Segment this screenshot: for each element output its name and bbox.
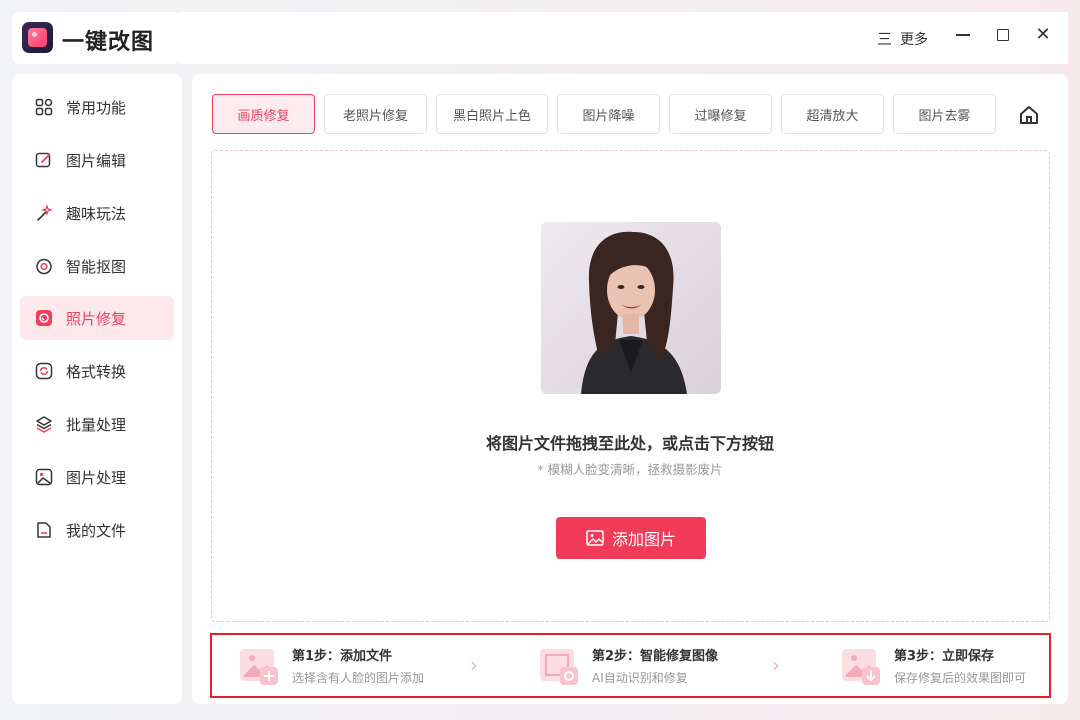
sidebar: 常用功能 图片编辑 趣味玩法 智能抠图 照片修复 格式转换 批量处理 图片处理 … <box>12 74 182 704</box>
sidebar-item-photo-repair[interactable]: 照片修复 <box>20 296 174 340</box>
photo-repair-icon <box>35 309 53 327</box>
sidebar-item-image[interactable]: 图片处理 <box>20 455 174 499</box>
step-2: 第2步：智能修复图像 AI自动识别和修复 <box>538 635 718 696</box>
step-2-desc: AI自动识别和修复 <box>592 671 688 685</box>
maximize-button[interactable] <box>994 26 1012 44</box>
sidebar-item-label: 格式转换 <box>66 362 127 381</box>
steps-guide: 第1步：添加文件 选择含有人脸的图片添加 › 第2步：智能修复图像 AI自动识别… <box>210 633 1051 698</box>
convert-icon <box>35 362 53 380</box>
sidebar-item-common[interactable]: 常用功能 <box>20 85 174 129</box>
sidebar-item-label: 图片编辑 <box>66 151 127 170</box>
save-icon <box>840 645 888 687</box>
drop-zone-title: 将图片文件拖拽至此处，或点击下方按钮 <box>485 434 774 453</box>
sidebar-item-cutout[interactable]: 智能抠图 <box>20 244 174 288</box>
sidebar-item-files[interactable]: 我的文件 <box>20 508 174 552</box>
add-image-label: 添加图片 <box>611 530 676 549</box>
sidebar-item-label: 我的文件 <box>66 521 127 540</box>
tab-quality-repair[interactable]: 画质修复 <box>212 94 315 134</box>
tab-overexposure-repair[interactable]: 过曝修复 <box>669 94 772 134</box>
step-1: 第1步：添加文件 选择含有人脸的图片添加 <box>238 635 424 696</box>
sidebar-item-label: 智能抠图 <box>66 257 127 276</box>
sample-portrait-image <box>541 222 721 394</box>
step-3-title: 第3步：立即保存 <box>894 649 995 664</box>
image-icon <box>586 530 604 546</box>
home-icon <box>1020 106 1038 124</box>
ai-repair-icon <box>538 645 586 687</box>
close-button[interactable]: ✕ <box>1034 26 1052 44</box>
sidebar-item-batch[interactable]: 批量处理 <box>20 402 174 446</box>
chevron-right-icon: › <box>470 653 478 677</box>
tab-denoise[interactable]: 图片降噪 <box>557 94 660 134</box>
sidebar-item-label: 批量处理 <box>66 415 127 434</box>
sidebar-item-fun[interactable]: 趣味玩法 <box>20 191 174 235</box>
drop-zone-subtitle: * 模糊人脸变清晰，拯救摄影废片 <box>537 462 723 477</box>
magic-wand-icon <box>35 204 53 222</box>
tab-dehaze[interactable]: 图片去雾 <box>893 94 996 134</box>
sidebar-item-label: 图片处理 <box>66 468 127 487</box>
add-file-icon <box>238 645 286 687</box>
chevron-right-icon: › <box>772 653 780 677</box>
step-2-title: 第2步：智能修复图像 <box>592 649 719 664</box>
home-button[interactable] <box>1018 104 1040 126</box>
step-3: 第3步：立即保存 保存修复后的效果图即可 <box>840 635 1026 696</box>
edit-icon <box>35 151 53 169</box>
tab-upscale[interactable]: 超清放大 <box>781 94 884 134</box>
sidebar-item-convert[interactable]: 格式转换 <box>20 349 174 393</box>
tab-colorize[interactable]: 黑白照片上色 <box>436 94 548 134</box>
add-image-button[interactable]: 添加图片 <box>556 517 706 559</box>
sidebar-item-edit[interactable]: 图片编辑 <box>20 138 174 182</box>
title-bar: 一键改图 三 更多 ✕ <box>0 0 1080 68</box>
sidebar-item-label: 照片修复 <box>66 309 127 328</box>
step-1-desc: 选择含有人脸的图片添加 <box>292 671 425 685</box>
layers-icon <box>35 415 53 433</box>
step-3-desc: 保存修复后的效果图即可 <box>894 671 1027 685</box>
minimize-button[interactable] <box>954 26 972 44</box>
tab-old-photo-repair[interactable]: 老照片修复 <box>324 94 427 134</box>
menu-icon: 三 <box>877 30 893 48</box>
app-logo-icon <box>22 22 53 53</box>
step-1-title: 第1步：添加文件 <box>292 649 393 664</box>
more-menu-button[interactable]: 三 更多 <box>877 28 928 49</box>
grid-icon <box>35 98 53 116</box>
target-icon <box>35 257 53 275</box>
image-icon <box>35 468 53 486</box>
app-title: 一键改图 <box>62 30 155 55</box>
main-panel: 画质修复 老照片修复 黑白照片上色 图片降噪 过曝修复 超清放大 图片去雾 将图… <box>192 74 1068 704</box>
file-icon <box>35 521 53 539</box>
more-label: 更多 <box>900 31 929 48</box>
sidebar-item-label: 趣味玩法 <box>66 204 127 223</box>
title-bar-drag-area <box>180 12 862 64</box>
sidebar-item-label: 常用功能 <box>66 98 127 117</box>
